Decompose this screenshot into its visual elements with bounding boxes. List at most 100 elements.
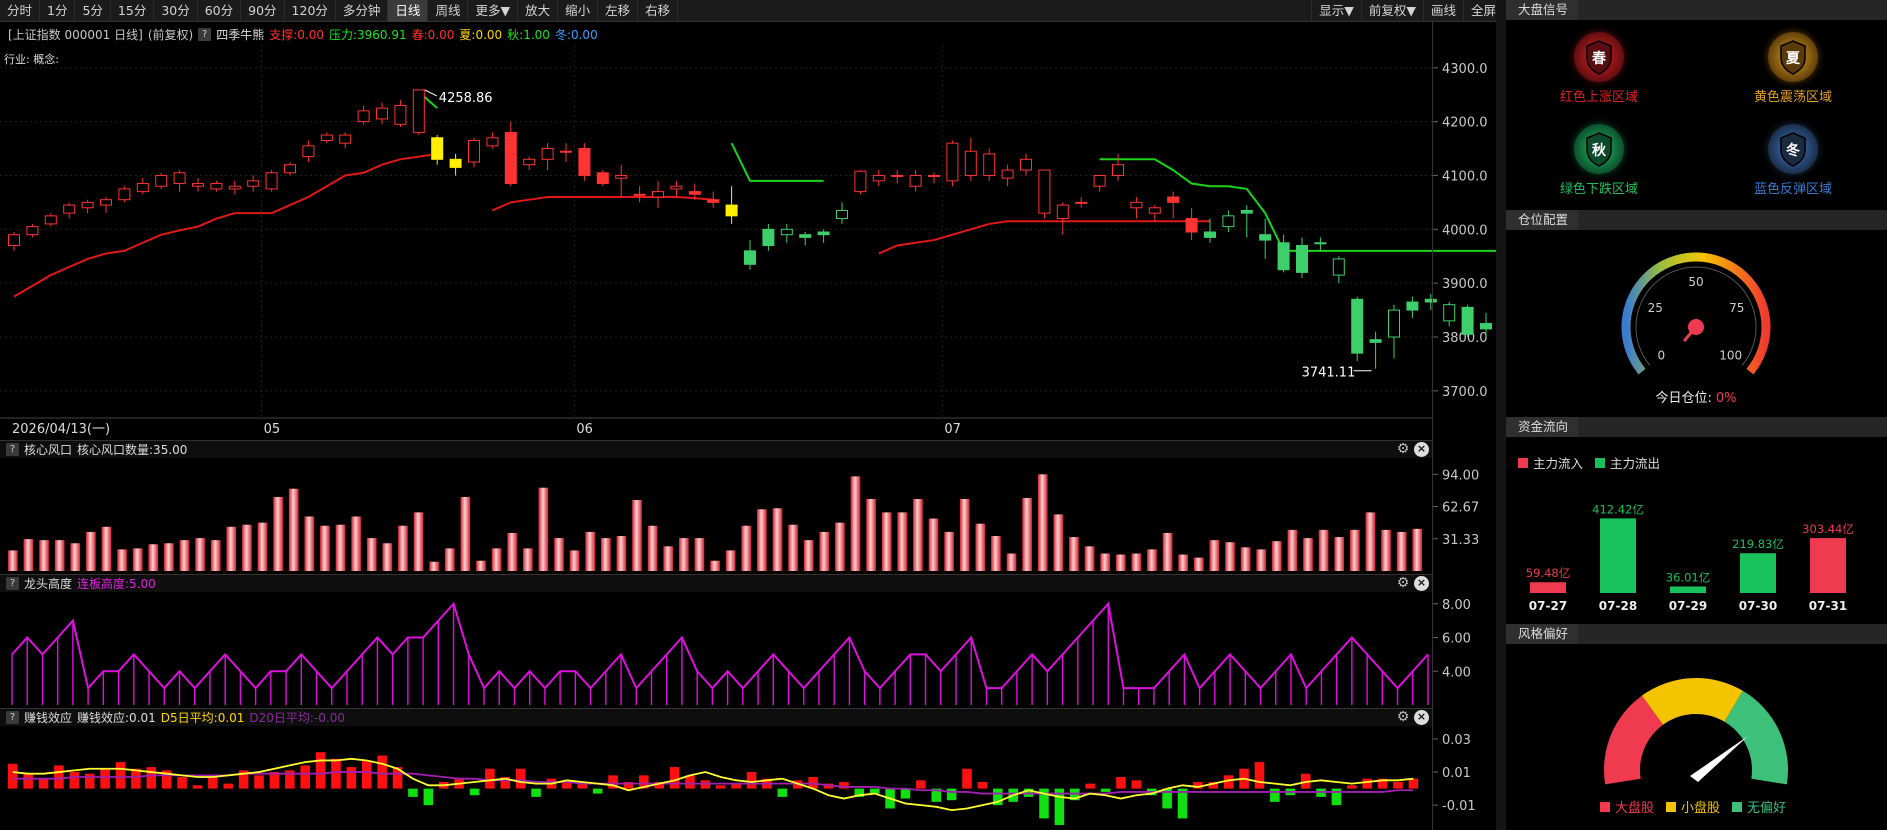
wind-bar — [991, 536, 1001, 571]
effect-bar — [977, 781, 988, 789]
wind-bar — [850, 476, 861, 571]
index-name: [上证指数 000001 日线] — [8, 27, 143, 42]
sub1-help-button[interactable]: ? — [6, 443, 19, 456]
candle — [1075, 197, 1088, 208]
y-tick-label: 94.00 — [1442, 468, 1479, 483]
effect-bar — [746, 772, 757, 789]
wind-bar — [928, 518, 939, 571]
wind-bar — [819, 531, 830, 571]
effect-bar — [916, 780, 926, 789]
candle — [1001, 164, 1014, 187]
candle — [394, 100, 407, 127]
candlestick-chart[interactable]: 4300.04200.04100.04000.03900.03800.03700… — [0, 45, 1496, 440]
effect-bar — [1100, 788, 1111, 792]
wind-bar — [39, 540, 49, 571]
candle — [302, 140, 315, 162]
fund-date-label: 07-27 — [1529, 599, 1567, 613]
period-button[interactable]: 1分 — [40, 0, 76, 22]
wind-bar — [1271, 541, 1282, 571]
gear-icon[interactable]: ⚙ — [1395, 709, 1411, 725]
wind-bar — [647, 525, 658, 571]
period-button[interactable]: 左移 — [598, 0, 639, 22]
help-button[interactable]: ? — [198, 27, 212, 41]
inflow-label: 主力流入 — [1533, 456, 1584, 471]
sub2-controls: ⚙ × — [1392, 574, 1429, 592]
wind-bar — [210, 540, 221, 571]
toolbar-right-button[interactable]: 显示▼ — [1311, 0, 1361, 22]
wind-bar — [678, 538, 689, 571]
sub3-d5: D5日平均:0.01 — [160, 711, 245, 725]
y-tick-label: 4100.0 — [1442, 169, 1488, 184]
effect-bar — [8, 763, 18, 789]
period-button[interactable]: 更多▼ — [468, 0, 519, 22]
today-value: 0% — [1716, 391, 1737, 406]
toolbar-right-button[interactable]: 画线 — [1422, 0, 1463, 22]
wind-bar — [600, 538, 611, 571]
candle — [136, 178, 149, 195]
effect-bar — [115, 762, 126, 789]
candle — [854, 170, 867, 195]
wind-bar — [1006, 553, 1017, 571]
period-button[interactable]: 日线 — [388, 0, 429, 22]
style-legend-label: 小盘股 — [1681, 801, 1721, 816]
candle — [983, 148, 996, 181]
sub3-help-button[interactable]: ? — [6, 711, 19, 724]
period-button[interactable]: 90分 — [241, 0, 285, 22]
period-button[interactable]: 多分钟 — [336, 0, 389, 22]
style-preference-gauge — [1604, 678, 1788, 785]
candle — [541, 143, 554, 171]
candle — [909, 170, 922, 192]
sub2-help-button[interactable]: ? — [6, 577, 19, 590]
period-button[interactable]: 缩小 — [558, 0, 599, 22]
wind-bar — [320, 525, 330, 571]
signal-glyph: 冬 — [1786, 142, 1800, 159]
candle — [596, 170, 609, 187]
today-position: 今日仓位: 0% — [1655, 390, 1736, 406]
style-legend-label: 大盘股 — [1615, 801, 1655, 816]
fund-value-label: 412.42亿 — [1592, 502, 1644, 516]
wind-bar — [1256, 549, 1267, 571]
effect-bar — [38, 778, 49, 789]
gear-icon[interactable]: ⚙ — [1395, 441, 1411, 457]
period-button[interactable]: 120分 — [285, 0, 336, 22]
wind-bar — [1069, 537, 1079, 571]
candle — [1461, 304, 1474, 337]
period-button[interactable]: 周线 — [428, 0, 469, 22]
signal-label: 绿色下跌区域 — [1559, 182, 1638, 197]
period-button[interactable]: 30分 — [154, 0, 198, 22]
period-button[interactable]: 15分 — [111, 0, 155, 22]
wind-bar — [23, 539, 34, 571]
close-icon[interactable]: × — [1414, 709, 1429, 725]
period-button[interactable]: 放大 — [518, 0, 559, 22]
shield-icon: 春 — [1574, 32, 1624, 82]
period-button[interactable]: 分时 — [0, 0, 41, 22]
period-button[interactable]: 60分 — [198, 0, 242, 22]
fund-legend: 主力流入 主力流出 — [1518, 453, 1660, 472]
wind-bar — [1396, 531, 1407, 571]
adjust-mode: (前复权) — [147, 27, 194, 42]
sub1-title: 核心风口 — [24, 443, 73, 457]
style-needle — [1690, 736, 1748, 782]
candle — [762, 223, 775, 251]
close-icon[interactable]: × — [1414, 575, 1429, 591]
sub1-value: 核心风口数量:35.00 — [77, 443, 188, 457]
toolbar-right-button[interactable]: 前复权▼ — [1360, 0, 1423, 22]
effect-bar — [1254, 762, 1265, 789]
wind-bar — [1240, 547, 1251, 571]
signal-label: 红色上涨区域 — [1559, 90, 1638, 105]
signal-item: 夏黄色震荡区域 — [1718, 32, 1868, 105]
gear-icon[interactable]: ⚙ — [1395, 575, 1411, 591]
period-button[interactable]: 右移 — [638, 0, 679, 22]
effect-bar — [592, 788, 603, 794]
wind-bar — [507, 532, 518, 571]
candle — [964, 137, 977, 181]
effect-bar — [23, 773, 33, 789]
style-legend: 大盘股 小盘股 无偏好 — [1600, 797, 1798, 816]
autumn-value: 秋:1.00 — [507, 27, 550, 42]
y-tick-label: 3700.0 — [1442, 385, 1488, 400]
wind-bar — [491, 548, 502, 571]
panel-splitter[interactable] — [1496, 0, 1506, 830]
close-icon[interactable]: × — [1414, 441, 1429, 457]
period-button[interactable]: 5分 — [75, 0, 111, 22]
effect-bar — [423, 788, 434, 806]
